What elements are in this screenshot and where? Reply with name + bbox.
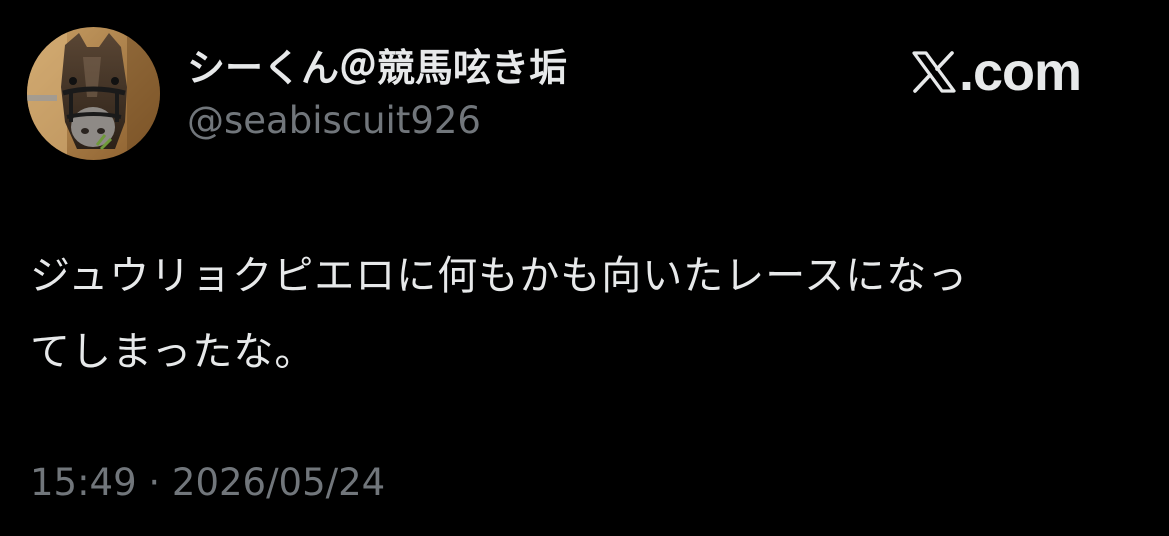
user-handle[interactable]: @seabiscuit926 xyxy=(187,96,481,146)
tweet-line: ジュウリョクピエロに何もかも向いたレースになっ xyxy=(30,253,969,299)
avatar[interactable] xyxy=(27,27,160,160)
display-name[interactable]: シーくん＠競馬呟き垢 xyxy=(187,42,567,94)
timestamp[interactable]: 15:49 · 2026/05/24 xyxy=(30,458,385,508)
brand-text: .com xyxy=(959,42,1082,102)
tweet-card: シーくん＠競馬呟き垢 @seabiscuit926 .com ジュウリョクピエロ… xyxy=(0,0,1169,536)
x-logo-icon xyxy=(912,51,956,93)
horse-avatar-icon xyxy=(27,27,160,160)
tweet-line: てしまったな。 xyxy=(30,329,316,375)
tweet-text: ジュウリョクピエロに何もかも向いたレースになっ てしまったな。 xyxy=(30,238,1140,390)
brand-logo: .com xyxy=(912,42,1082,102)
